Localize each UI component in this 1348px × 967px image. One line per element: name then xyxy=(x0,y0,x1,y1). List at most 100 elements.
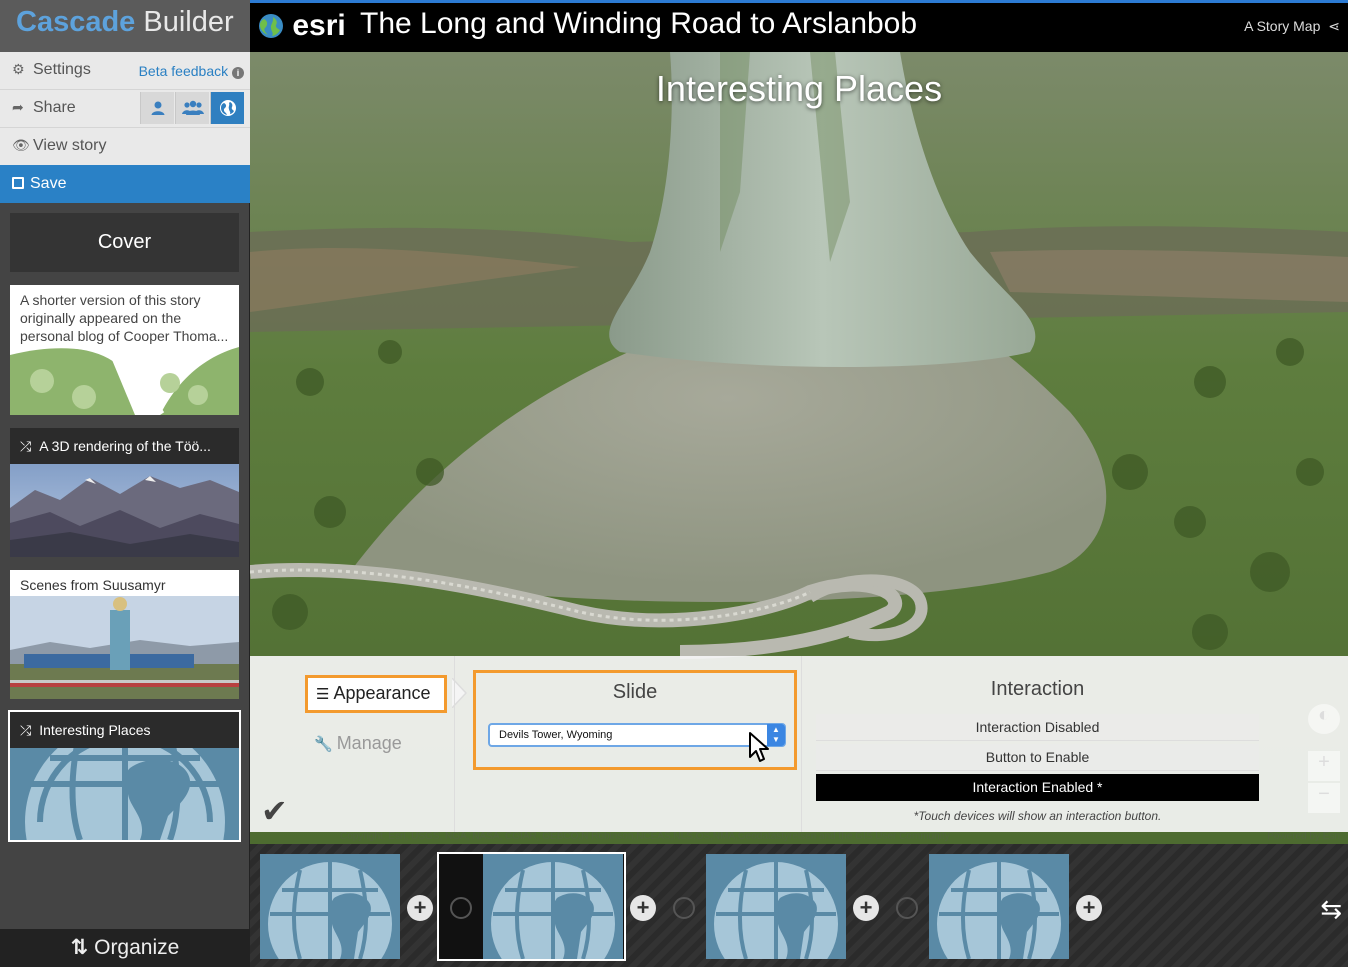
zoom-in-button[interactable]: + xyxy=(1308,751,1340,781)
plus-icon: + xyxy=(413,895,427,920)
wrench-icon: 🔧 xyxy=(314,736,333,753)
swap-arrows-icon[interactable]: ⇆ xyxy=(1320,894,1342,925)
section-title: A 3D rendering of the Töö... xyxy=(39,438,211,454)
slide-select-value: Devils Tower, Wyoming xyxy=(499,729,613,741)
share-private-button[interactable] xyxy=(140,92,174,124)
powered-by-esri: Powered by Esri xyxy=(1267,831,1340,842)
slide-selector-group: Slide Devils Tower, Wyoming ▲ ▼ xyxy=(473,670,797,770)
plus-icon: + xyxy=(1082,895,1096,920)
story-map-label: A Story Map xyxy=(1244,18,1321,34)
settings-row[interactable]: ⚙ Settings Beta feedback i xyxy=(0,52,250,90)
add-slide-button[interactable]: + xyxy=(630,895,656,921)
globe-placeholder-icon xyxy=(260,854,400,959)
section-header: ⤮ A 3D rendering of the Töö... xyxy=(10,428,239,464)
share-arrow-icon: ➦ xyxy=(12,99,24,115)
brand-name-part2: Builder xyxy=(143,6,234,38)
manage-tab[interactable]: 🔧 Manage xyxy=(314,733,402,754)
navigation-icon: ◐ xyxy=(1317,704,1331,726)
panel-divider xyxy=(801,656,802,832)
add-slide-button[interactable]: + xyxy=(853,895,879,921)
gears-icon: ⚙ xyxy=(12,61,25,77)
slide-slot xyxy=(896,897,918,919)
sort-icon: ⇅ xyxy=(70,936,89,959)
slide-thumbnail-4[interactable] xyxy=(929,854,1069,959)
plus-icon: + xyxy=(1318,751,1330,773)
view-story-label: View story xyxy=(33,137,107,154)
share-nodes-icon: ⋖ xyxy=(1328,18,1340,34)
story-map-share[interactable]: A Story Map ⋖ xyxy=(1244,18,1340,35)
section-title: Interesting Places xyxy=(39,722,151,738)
beta-feedback-link[interactable]: Beta feedback i xyxy=(139,63,244,79)
share-public-button[interactable] xyxy=(210,92,244,124)
interaction-option-enabled[interactable]: Interaction Enabled * xyxy=(816,774,1259,801)
globe-icon xyxy=(219,100,236,116)
nav-toggle-button[interactable]: ◐ xyxy=(1308,704,1340,734)
plus-icon: + xyxy=(636,895,650,920)
appearance-label: Appearance xyxy=(333,683,431,703)
globe-placeholder-icon xyxy=(706,854,846,959)
section-header: ⤮ Interesting Places xyxy=(10,712,239,748)
mouse-cursor-icon xyxy=(749,732,769,762)
user-icon xyxy=(151,101,164,115)
plus-icon: + xyxy=(859,895,873,920)
cover-title: Cover xyxy=(97,231,152,253)
section-card-suusamyr[interactable]: Scenes from Suusamyr xyxy=(10,570,239,699)
beta-feedback-label: Beta feedback xyxy=(138,63,229,79)
appearance-tab[interactable]: ☰ Appearance xyxy=(305,675,447,713)
map-attribution: Copyright: Esri, USGS, NGA, NASA, CGIAR,… xyxy=(340,831,950,842)
eye-icon: 👁 xyxy=(12,137,30,153)
add-slide-button[interactable]: + xyxy=(1076,895,1102,921)
organize-label: Organize xyxy=(94,936,180,959)
add-slide-button[interactable]: + xyxy=(407,895,433,921)
users-icon xyxy=(181,100,204,115)
slide-slot xyxy=(450,897,472,919)
zoom-out-button[interactable]: − xyxy=(1308,783,1340,813)
map-heading: Interesting Places xyxy=(655,68,943,109)
organize-button[interactable]: ⇅ Organize xyxy=(0,929,250,967)
section-card-3d-rendering[interactable]: ⤮ A 3D rendering of the Töö... xyxy=(10,428,239,557)
interaction-title: Interaction xyxy=(990,678,1085,700)
panel-divider xyxy=(454,656,455,832)
save-button[interactable]: Save xyxy=(0,165,250,203)
shuffle-icon: ⤮ xyxy=(20,438,32,454)
section-title: Scenes from Suusamyr xyxy=(20,577,166,593)
section-card-cover-text[interactable]: A shorter version of this story original… xyxy=(10,285,239,415)
touch-devices-note: *Touch devices will show an interaction … xyxy=(913,809,1162,823)
slide-config-panel: ☰ Appearance 🔧 Manage ✔ Slide Devils Tower… xyxy=(250,656,1348,832)
slide-thumbnail-3[interactable] xyxy=(706,854,846,959)
cover-description: A shorter version of this story original… xyxy=(20,292,229,344)
brand-name-part1: Cascade xyxy=(16,6,136,38)
esri-logo: esri xyxy=(258,9,346,43)
section-card-interesting-places[interactable]: ⤮ Interesting Places xyxy=(8,710,241,842)
checkmark-icon[interactable]: ✔ xyxy=(261,792,288,830)
share-label: Share xyxy=(33,99,76,116)
story-title: The Long and Winding Road to Arslanbob xyxy=(360,7,918,40)
settings-label: Settings xyxy=(33,61,91,78)
view-story-row[interactable]: 👁 View story xyxy=(0,128,250,166)
share-row[interactable]: ➦ Share xyxy=(0,90,250,128)
slide-thumbnail-2[interactable] xyxy=(483,854,623,959)
slide-title: Slide xyxy=(612,681,658,703)
manage-label: Manage xyxy=(336,733,402,753)
slide-filmstrip: + + + + ⇆ xyxy=(250,844,1348,967)
globe-placeholder-icon xyxy=(483,854,623,959)
share-organization-button[interactable] xyxy=(175,92,209,124)
section-cover-button[interactable]: Cover xyxy=(10,213,239,272)
esri-wordmark: esri xyxy=(292,9,346,42)
interaction-option-disabled[interactable]: Interaction Disabled xyxy=(816,714,1259,741)
esri-globe-icon xyxy=(259,14,283,38)
builder-brand: Cascade Builder xyxy=(0,0,250,52)
slide-thumbnail-1[interactable] xyxy=(260,854,400,959)
sliders-icon: ☰ xyxy=(316,686,330,703)
info-icon: i xyxy=(232,67,244,79)
minus-icon: − xyxy=(1318,783,1330,805)
story-header: esri The Long and Winding Road to Arslan… xyxy=(250,0,1348,52)
slide-slot xyxy=(673,897,695,919)
save-label: Save xyxy=(30,175,67,192)
builder-sidebar: Cascade Builder ⚙ Settings Beta feedback … xyxy=(0,0,250,967)
slide-select[interactable]: Devils Tower, Wyoming ▲ ▼ xyxy=(488,723,786,747)
globe-placeholder-icon xyxy=(929,854,1069,959)
shuffle-icon: ⤮ xyxy=(20,722,32,738)
interaction-option-button[interactable]: Button to Enable xyxy=(816,744,1259,771)
floppy-icon xyxy=(12,177,24,189)
